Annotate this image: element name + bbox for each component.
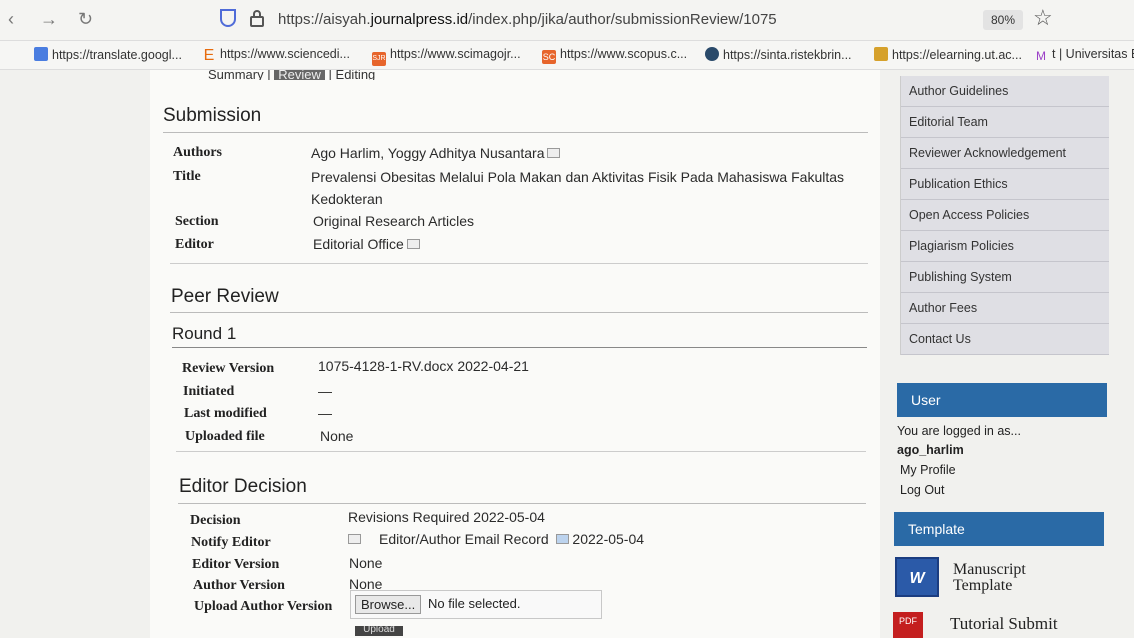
submission-tabs: Summary | Review | Editing: [208, 70, 375, 80]
submission-heading: Submission: [163, 105, 262, 126]
forward-icon[interactable]: →: [40, 9, 58, 30]
bookmark-elearning[interactable]: https://elearning.ut.ac...: [874, 47, 1022, 62]
author-version-label: Author Version: [193, 578, 285, 593]
email-icon[interactable]: [547, 148, 561, 158]
initiated-value: —: [318, 383, 332, 399]
notify-email-icon[interactable]: [348, 534, 361, 544]
universitas-icon: M: [1036, 49, 1046, 63]
editor-label: Editor: [175, 237, 214, 252]
tab-editing[interactable]: Editing: [336, 70, 376, 80]
divider: [172, 347, 867, 348]
uploaded-file-label: Uploaded file: [185, 429, 265, 444]
notify-editor-value: Editor/Author Email Record 2022-05-04: [348, 529, 644, 549]
zoom-level[interactable]: 80%: [983, 10, 1024, 30]
sidebar-item-editorial-team[interactable]: Editorial Team: [901, 107, 1109, 138]
last-modified-label: Last modified: [184, 406, 267, 421]
upload-author-version-label: Upload Author Version: [194, 599, 333, 614]
section-label: Section: [175, 214, 219, 229]
lock-icon[interactable]: [250, 10, 264, 27]
sidebar-item-publishing-system[interactable]: Publishing System: [901, 262, 1109, 293]
pdf-icon[interactable]: PDF: [893, 612, 923, 638]
divider: [170, 312, 868, 313]
url-path: /index.php/jika/author/submissionReview/…: [468, 11, 777, 28]
title-value-line2: Kedokteran: [311, 191, 383, 207]
elearning-icon: [874, 47, 888, 61]
editor-value: Editorial Office: [313, 234, 420, 254]
bookmark-sciencedirect[interactable]: Ehttps://www.sciencedi...: [202, 47, 350, 64]
user-block-heading: User: [897, 383, 1107, 417]
review-version-label: Review Version: [182, 361, 275, 376]
editor-decision-heading: Editor Decision: [179, 476, 307, 497]
no-file-text: No file selected.: [428, 596, 521, 611]
template-block-heading: Template: [894, 512, 1104, 546]
round-heading: Round 1: [172, 324, 237, 343]
sidebar-item-plagiarism-policies[interactable]: Plagiarism Policies: [901, 231, 1109, 262]
sidebar-menu: Author Guidelines Editorial Team Reviewe…: [900, 76, 1109, 355]
bookmark-star-icon[interactable]: ☆: [1033, 5, 1053, 31]
peer-review-heading: Peer Review: [171, 286, 279, 307]
sidebar-item-publication-ethics[interactable]: Publication Ethics: [901, 169, 1109, 200]
bookmark-scimagojr[interactable]: SJR https://www.scimagojr...: [372, 47, 521, 66]
url-domain: journalpress.id: [370, 11, 469, 28]
back-icon[interactable]: ‹: [8, 9, 14, 30]
editor-version-value: None: [349, 555, 383, 571]
bookmark-translate[interactable]: https://translate.googl...: [34, 47, 182, 62]
review-version-file[interactable]: 1075-4128-1-RV.docx 2022-04-21: [318, 356, 529, 376]
sidebar-item-reviewer-acknowledgement[interactable]: Reviewer Acknowledgement: [901, 138, 1109, 169]
sidebar-item-author-guidelines[interactable]: Author Guidelines: [901, 76, 1109, 107]
username: ago_harlim: [897, 443, 964, 457]
scimago-icon: SJR: [372, 52, 386, 66]
decision-value: Revisions Required 2022-05-04: [348, 509, 545, 525]
log-out-link[interactable]: Log Out: [900, 483, 944, 497]
file-input[interactable]: Browse... No file selected.: [350, 590, 602, 619]
uploaded-file-value: None: [320, 428, 354, 444]
browser-toolbar: ‹ → ↻ https://aisyah.journalpress.id/ind…: [0, 0, 1134, 41]
address-bar[interactable]: https://aisyah.journalpress.id/index.php…: [278, 11, 777, 28]
sinta-icon: [705, 47, 719, 61]
last-modified-value: —: [318, 405, 332, 421]
tab-review[interactable]: Review: [274, 70, 325, 80]
title-value-line1: Prevalensi Obesitas Melalui Pola Makan d…: [311, 169, 845, 185]
email-record-link[interactable]: Editor/Author Email Record: [379, 531, 549, 547]
divider: [170, 263, 868, 264]
email-icon[interactable]: [406, 239, 420, 249]
bookmarks-bar: https://translate.googl... Ehttps://www.…: [0, 41, 1134, 70]
divider: [178, 503, 866, 504]
sidebar-item-author-fees[interactable]: Author Fees: [901, 293, 1109, 324]
scopus-icon: SC: [542, 50, 556, 64]
notify-date: 2022-05-04: [572, 531, 645, 547]
authors-value: Ago Harlim, Yoggy Adhitya Nusantara: [311, 143, 561, 163]
notify-editor-label: Notify Editor: [191, 535, 271, 550]
browse-button[interactable]: Browse...: [355, 595, 422, 614]
editor-version-label: Editor Version: [192, 557, 280, 572]
bookmark-scopus[interactable]: SC https://www.scopus.c...: [542, 47, 687, 64]
sidebar-item-open-access-policies[interactable]: Open Access Policies: [901, 200, 1109, 231]
url-prefix: https://aisyah.: [278, 11, 371, 28]
bookmark-universitas[interactable]: Mt | Universitas B: [1034, 47, 1134, 63]
logged-in-text: You are logged in as...: [897, 424, 1021, 438]
divider: [176, 451, 866, 452]
tab-summary[interactable]: Summary: [208, 70, 264, 80]
decision-label: Decision: [190, 513, 241, 528]
translate-icon: [34, 47, 48, 61]
tracking-shield-icon[interactable]: [220, 9, 236, 27]
my-profile-link[interactable]: My Profile: [900, 463, 956, 477]
upload-button[interactable]: Upload: [355, 626, 403, 636]
manuscript-template-line1[interactable]: Manuscript: [953, 562, 1026, 578]
title-label: Title: [173, 169, 201, 184]
bookmark-sinta[interactable]: https://sinta.ristekbrin...: [705, 47, 852, 62]
tutorial-submit-link[interactable]: Tutorial Submit: [950, 615, 1058, 632]
reload-icon[interactable]: ↻: [78, 9, 93, 30]
sidebar-item-contact-us[interactable]: Contact Us: [901, 324, 1109, 355]
divider: [163, 132, 868, 133]
section-value: Original Research Articles: [313, 213, 475, 229]
authors-label: Authors: [173, 145, 223, 160]
email-record-icon[interactable]: [555, 534, 569, 544]
sciencedirect-icon: E: [203, 47, 215, 64]
word-document-icon[interactable]: W: [895, 557, 939, 597]
initiated-label: Initiated: [183, 384, 235, 399]
manuscript-template-line2[interactable]: Template: [953, 578, 1012, 594]
